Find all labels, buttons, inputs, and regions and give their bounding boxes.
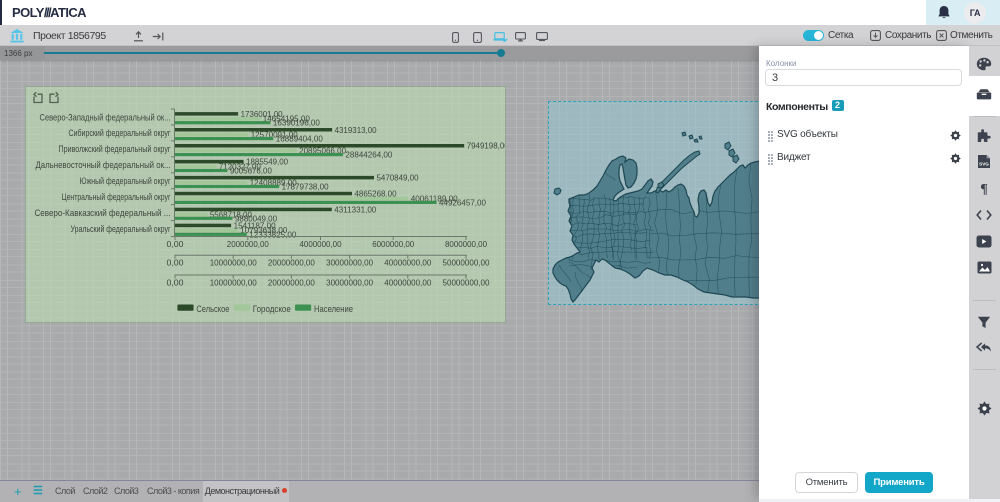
svg-text:16889404,00: 16889404,00 — [276, 134, 323, 144]
svg-text:0,00: 0,00 — [167, 277, 184, 287]
svg-text:0,00: 0,00 — [167, 239, 184, 249]
svg-text:Центральный федеральный округ: Центральный федеральный округ — [62, 192, 171, 202]
svg-text:Сибирский федеральный округ: Сибирский федеральный округ — [69, 128, 171, 138]
svg-text:4000000,00: 4000000,00 — [300, 239, 342, 249]
svg-text:Население: Население — [314, 304, 353, 314]
svg-text:20000000,00: 20000000,00 — [268, 258, 315, 268]
svg-text:9005676,00: 9005676,00 — [230, 166, 272, 176]
svg-text:Приволжский федеральный округ: Приволжский федеральный округ — [59, 144, 171, 154]
svg-text:16390196,00: 16390196,00 — [273, 118, 320, 128]
svg-text:20000000,00: 20000000,00 — [268, 277, 315, 287]
svg-text:Сельское: Сельское — [196, 304, 229, 314]
svg-text:Северо-Западный федеральный ок: Северо-Западный федеральный ок... — [40, 112, 171, 122]
svg-text:28844264,00: 28844264,00 — [345, 150, 392, 160]
svg-text:SVG: SVG — [979, 161, 989, 166]
svg-text:10000000,00: 10000000,00 — [210, 277, 257, 287]
svg-text:Южный федеральный округ: Южный федеральный округ — [80, 176, 171, 186]
svg-text:7949198,00: 7949198,00 — [467, 141, 505, 151]
svg-text:44926457,00: 44926457,00 — [439, 197, 486, 207]
svg-text:5470849,00: 5470849,00 — [377, 173, 419, 183]
svg-text:30000000,00: 30000000,00 — [326, 258, 373, 268]
svg-text:Северо-Кавказский федеральный: Северо-Кавказский федеральный ... — [35, 208, 171, 218]
svg-text:10000000,00: 10000000,00 — [210, 258, 257, 268]
svg-text:¶: ¶ — [980, 182, 988, 195]
svg-text:17879738,00: 17879738,00 — [282, 182, 329, 192]
svg-text:40000000,00: 40000000,00 — [384, 277, 431, 287]
svg-text:8000000,00: 8000000,00 — [445, 239, 487, 249]
svg-text:2000000,00: 2000000,00 — [227, 239, 269, 249]
svg-text:40000000,00: 40000000,00 — [384, 258, 431, 268]
svg-text:0,00: 0,00 — [167, 258, 184, 268]
svg-text:4319313,00: 4319313,00 — [335, 125, 377, 135]
svg-text:4311331,00: 4311331,00 — [334, 205, 376, 215]
svg-text:50000000,00: 50000000,00 — [443, 277, 490, 287]
svg-text:Дальневосточный федеральный ок: Дальневосточный федеральный ок... — [36, 160, 171, 170]
svg-text:30000000,00: 30000000,00 — [326, 277, 373, 287]
svg-text:12333825,00: 12333825,00 — [249, 229, 296, 239]
svg-text:Городское: Городское — [253, 304, 291, 314]
svg-text:6000000,00: 6000000,00 — [372, 239, 414, 249]
svg-text:50000000,00: 50000000,00 — [443, 258, 490, 268]
svg-text:Уральский федеральный округ: Уральский федеральный округ — [71, 224, 171, 234]
